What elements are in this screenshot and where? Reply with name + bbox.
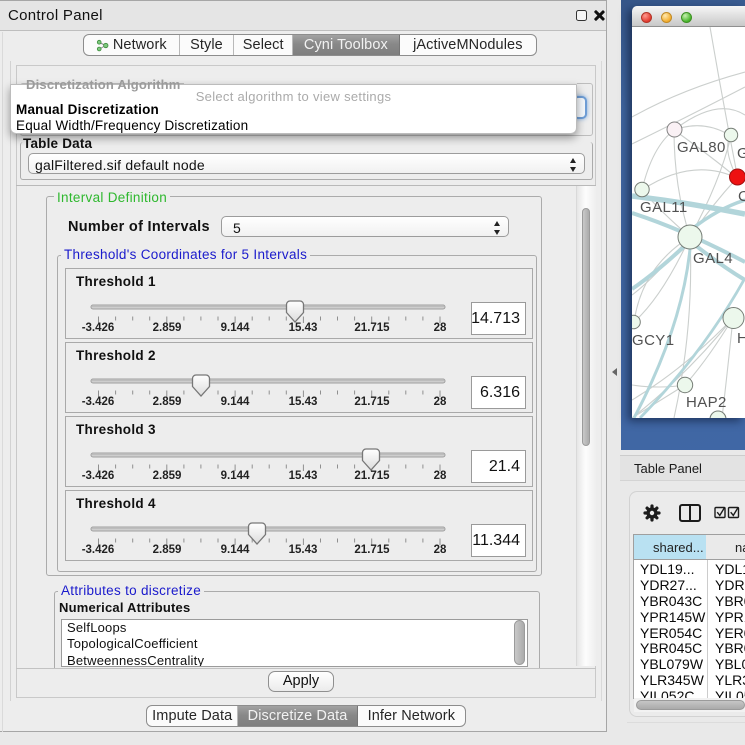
svg-text:GAL4: GAL4 <box>693 250 733 267</box>
svg-text:GAL3: GAL3 <box>737 145 745 162</box>
svg-text:GCY1: GCY1 <box>632 332 674 349</box>
svg-text:HA: HA <box>737 330 745 347</box>
svg-text:CD: CD <box>738 188 745 205</box>
svg-text:GAL80: GAL80 <box>677 139 726 156</box>
svg-text:HAP2: HAP2 <box>686 394 727 411</box>
svg-text:GAL11: GAL11 <box>640 199 688 216</box>
